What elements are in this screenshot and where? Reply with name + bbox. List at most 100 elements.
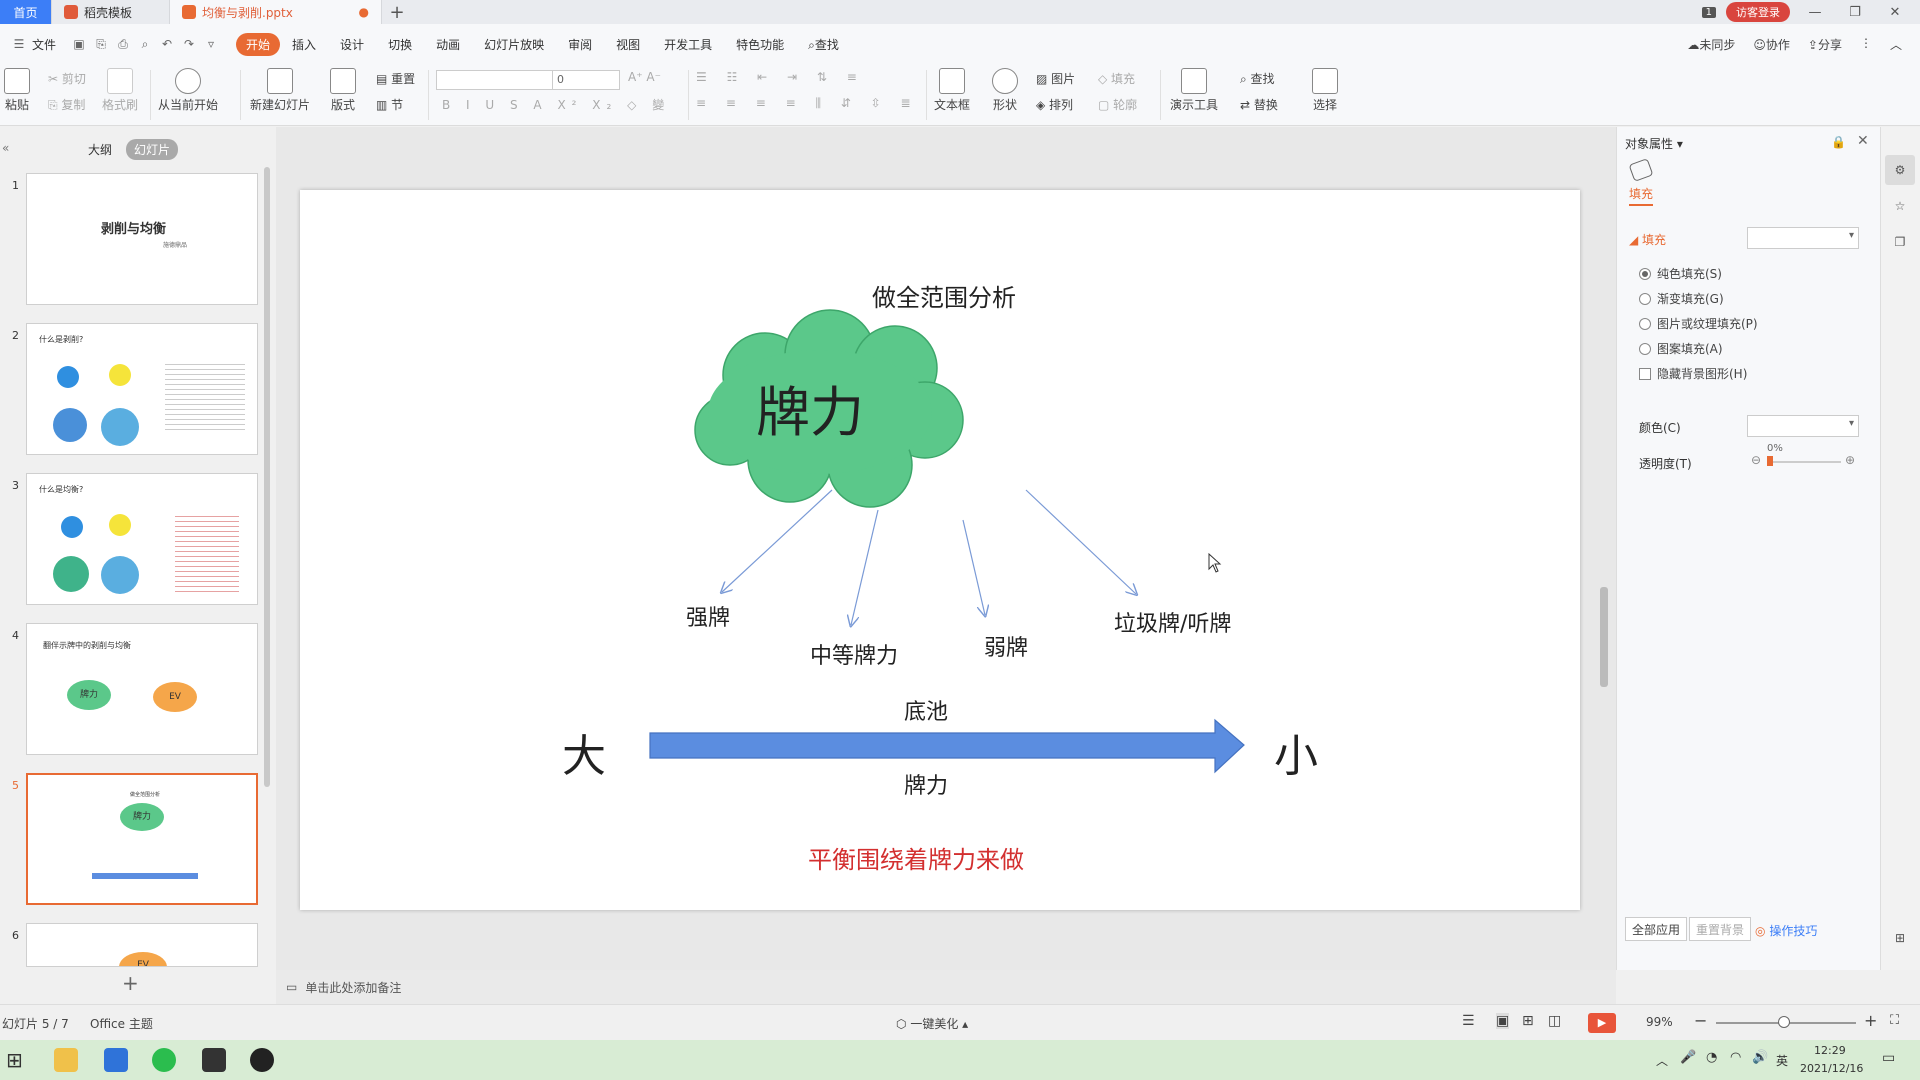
slide-thumb-5[interactable]: 做全范围分析 牌力 (26, 773, 258, 905)
layers-icon[interactable]: ❐ (1885, 227, 1915, 257)
beautify-button[interactable]: ⬡ 一键美化 ▴ (896, 1015, 968, 1032)
zoom-level[interactable]: 99% (1646, 1015, 1673, 1029)
close-icon[interactable]: ✕ (1880, 5, 1910, 20)
picture-button[interactable]: ▨ 图片 (1036, 70, 1075, 87)
minimize-icon[interactable]: — (1800, 5, 1830, 20)
menu-search[interactable]: ⌕查找 (796, 36, 851, 53)
tab-fill[interactable]: 填充 (1629, 185, 1654, 206)
menu-view[interactable]: 视图 (604, 36, 652, 53)
grid-icon[interactable]: ⊞ (1885, 923, 1915, 953)
properties-icon[interactable]: ⚙ (1885, 155, 1915, 185)
tab-outline[interactable]: 大纲 (88, 141, 112, 158)
radio-pattern-fill[interactable]: 图案填充(A) (1639, 340, 1723, 357)
menu-file[interactable]: 文件 (30, 36, 68, 53)
layout-button[interactable]: 版式 (330, 68, 356, 113)
more-icon[interactable]: ⋮ (1860, 36, 1872, 53)
menu-developer[interactable]: 开发工具 (652, 36, 724, 53)
slider-handle[interactable] (1767, 456, 1773, 466)
hamburger-icon[interactable]: ☰ (12, 37, 26, 51)
mic-icon[interactable]: 🎤 (1680, 1050, 1696, 1065)
font-style-buttons[interactable]: B I U S A X² X₂ ◇ 變 (442, 96, 670, 113)
fit-window-icon[interactable]: ⛶ (1890, 1013, 1899, 1028)
slide-thumb-4[interactable]: 翻伴示牌中的剥削与均衡 牌力 EV (26, 623, 258, 755)
undo-icon[interactable]: ↶ (160, 37, 174, 51)
replace-button[interactable]: ⇄ 替换 (1240, 96, 1278, 113)
tab-template[interactable]: 稻壳模板 (52, 0, 170, 24)
notification-icon[interactable]: ▭ (1882, 1050, 1895, 1066)
collaborate-button[interactable]: ☺协作 (1753, 36, 1790, 53)
reading-view-icon[interactable]: ◫ (1548, 1013, 1561, 1029)
present-tools-button[interactable]: 演示工具 (1170, 68, 1218, 113)
radio-solid-fill[interactable]: 纯色填充(S) (1639, 265, 1722, 282)
reset-background-button[interactable]: 重置背景 (1689, 917, 1752, 941)
visitor-login-button[interactable]: 访客登录 (1726, 2, 1790, 22)
zoom-handle[interactable] (1778, 1016, 1790, 1028)
network-icon[interactable]: ◔ (1706, 1050, 1717, 1065)
restore-icon[interactable]: ❐ (1840, 5, 1870, 20)
radio-gradient-fill[interactable]: 渐变填充(G) (1639, 290, 1724, 307)
share-button[interactable]: ⇪分享 (1808, 36, 1842, 53)
browser-icon[interactable] (250, 1048, 274, 1072)
select-button[interactable]: 选择 (1312, 68, 1338, 113)
from-current-button[interactable]: 从当前开始 (158, 68, 218, 113)
add-slide-icon[interactable]: + (122, 971, 139, 995)
ime-indicator[interactable]: 英 (1776, 1052, 1788, 1069)
file-explorer-icon[interactable] (54, 1048, 78, 1072)
paste-button[interactable]: 粘贴 (4, 68, 30, 113)
panel-title[interactable]: 对象属性 ▾ (1625, 135, 1683, 152)
wps-icon[interactable] (104, 1048, 128, 1072)
print-icon[interactable]: ⎙ (116, 37, 130, 51)
animation-icon[interactable]: ☆ (1885, 191, 1915, 221)
wifi-icon[interactable]: ◠ (1730, 1050, 1741, 1065)
find-button[interactable]: ⌕ 查找 (1240, 70, 1275, 87)
zoom-out-icon[interactable]: − (1694, 1011, 1707, 1030)
menu-insert[interactable]: 插入 (280, 36, 328, 53)
close-icon[interactable]: ✕ (1857, 133, 1869, 149)
slide-canvas[interactable]: 做全范围分析 牌力 强牌 中等牌力 弱牌 垃圾牌/听牌 底池 大 小 牌力 平衡… (300, 190, 1580, 910)
align-buttons[interactable]: ≡ ≡ ≡ ≡ ⫼ ⇵ ⇳ ≣ (696, 96, 919, 111)
new-tab-button[interactable]: + (382, 0, 412, 24)
tab-file[interactable]: 均衡与剥削.pptx ● (170, 0, 382, 24)
menu-slideshow[interactable]: 幻灯片放映 (472, 36, 556, 53)
fill-section-header[interactable]: ◢ 填充 (1629, 231, 1666, 248)
shape-button[interactable]: 形状 (992, 68, 1018, 113)
editor-scrollbar[interactable] (1600, 587, 1608, 687)
tab-home[interactable]: 首页 (0, 0, 52, 24)
notes-toggle-icon[interactable]: ☰ (1462, 1013, 1475, 1029)
slide-thumb-2[interactable]: 什么是剥削? (26, 323, 258, 455)
collapse-panel-icon[interactable]: « (2, 141, 9, 155)
cut-button[interactable]: ✂ 剪切 (48, 70, 86, 87)
color-dropdown[interactable] (1747, 415, 1859, 437)
slide-thumb-1[interactable]: 剥削与均衡 施德鼎品 (26, 173, 258, 305)
menu-start[interactable]: 开始 (236, 32, 281, 56)
thumb-scrollbar[interactable] (264, 167, 270, 787)
apply-all-button[interactable]: 全部应用 (1625, 917, 1688, 941)
reset-button[interactable]: ▤ 重置 (376, 70, 415, 87)
menu-special[interactable]: 特色功能 (724, 36, 796, 53)
copy-button[interactable]: ⎘ 复制 (48, 96, 85, 113)
wechat-icon[interactable] (152, 1048, 176, 1072)
outline-button[interactable]: ▢ 轮廓 (1098, 96, 1137, 113)
list-buttons[interactable]: ☰ ☷ ⇤ ⇥ ⇅ ≡ (696, 70, 865, 84)
sync-status[interactable]: ☁未同步 (1687, 36, 1735, 53)
font-name-select[interactable] (436, 70, 554, 90)
notes-bar[interactable]: ▭ 单击此处添加备注 (276, 970, 1616, 1004)
hide-bg-checkbox[interactable]: 隐藏背景图形(H) (1639, 365, 1747, 382)
sorter-view-icon[interactable]: ⊞ (1522, 1013, 1534, 1029)
tips-link[interactable]: ◎ 操作技巧 (1755, 922, 1817, 939)
new-slide-button[interactable]: 新建幻灯片 (250, 68, 310, 113)
tray-chevron-icon[interactable]: ︿ (1656, 1052, 1668, 1069)
play-slideshow-button[interactable]: ▶ (1588, 1013, 1616, 1033)
arrange-button[interactable]: ◈ 排列 (1036, 96, 1073, 113)
zoom-in-icon[interactable]: + (1864, 1011, 1877, 1030)
menu-design[interactable]: 设计 (328, 36, 376, 53)
slide-thumb-6[interactable]: EV (26, 923, 258, 967)
collapse-ribbon-icon[interactable]: ︿ (1890, 36, 1902, 53)
windows-start-icon[interactable]: ⊞ (6, 1048, 23, 1072)
menu-review[interactable]: 审阅 (556, 36, 604, 53)
grow-font-icon[interactable]: A⁺ A⁻ (628, 70, 661, 84)
normal-view-icon[interactable]: ▣ (1496, 1013, 1510, 1029)
slide-thumb-3[interactable]: 什么是均衡? (26, 473, 258, 605)
app-icon[interactable] (202, 1048, 226, 1072)
clock-date[interactable]: 2021/12/16 (1800, 1062, 1863, 1075)
